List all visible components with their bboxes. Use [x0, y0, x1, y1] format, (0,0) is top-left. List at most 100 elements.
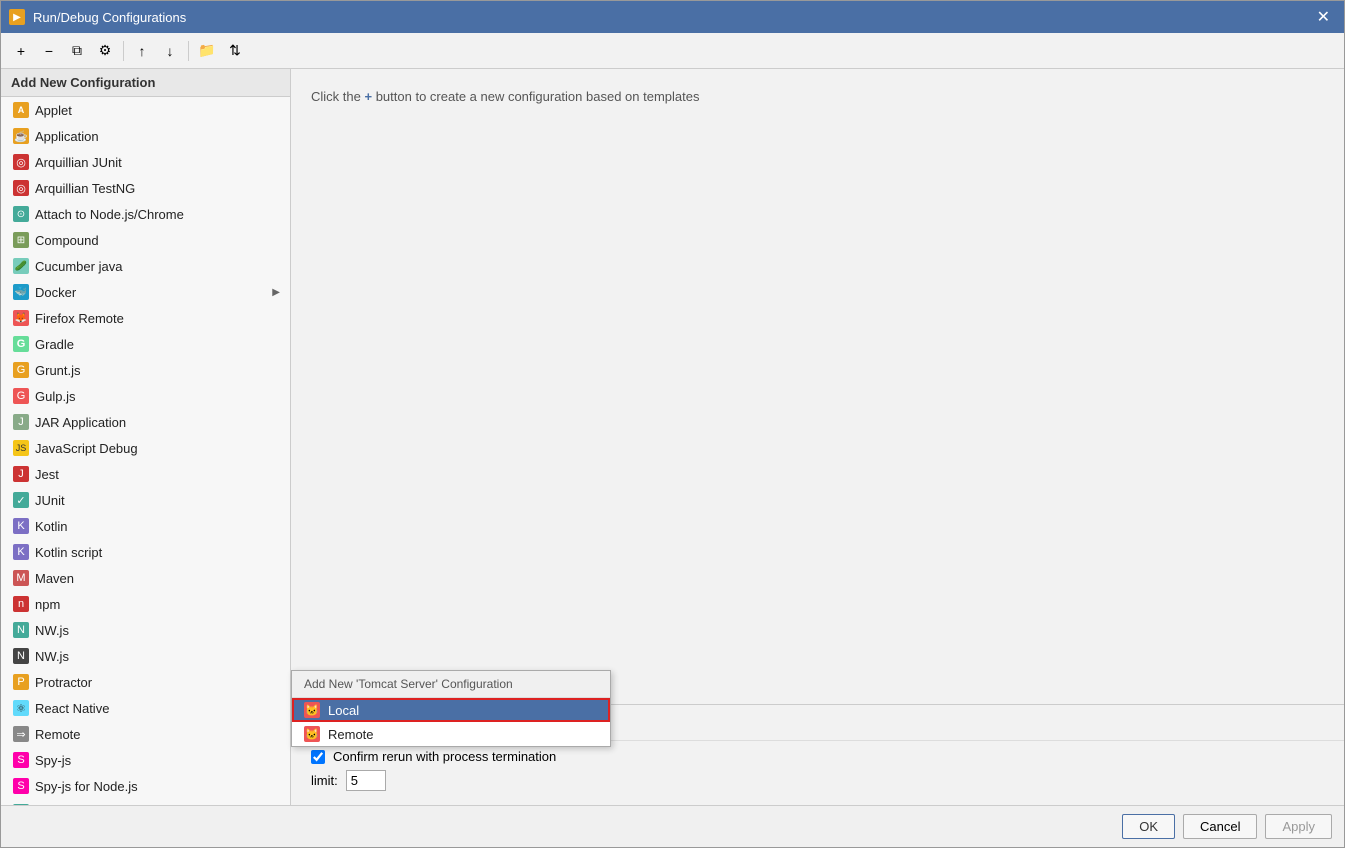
kotlin-script-label: Kotlin script — [35, 545, 102, 560]
sidebar-item-testng[interactable]: NTG TestNG — [1, 799, 290, 805]
sidebar-item-arquillian-junit[interactable]: ◎ Arquillian JUnit — [1, 149, 290, 175]
submenu-item-local[interactable]: 🐱 Local — [292, 698, 610, 722]
sidebar-item-gruntjs[interactable]: G Grunt.js — [1, 357, 290, 383]
sidebar-item-npm[interactable]: n npm — [1, 591, 290, 617]
sidebar-item-spyjs-node[interactable]: S Spy-js for Node.js — [1, 773, 290, 799]
arquillian-testng-icon: ◎ — [13, 180, 29, 196]
title-bar: ▶ Run/Debug Configurations ✕ — [1, 1, 1344, 33]
title-bar-left: ▶ Run/Debug Configurations — [9, 9, 186, 25]
sidebar-item-gradle[interactable]: G Gradle — [1, 331, 290, 357]
protractor-label: Protractor — [35, 675, 92, 690]
hint-text: Click the + button to create a new confi… — [311, 89, 699, 104]
toolbar-separator-2 — [188, 41, 189, 61]
testng-label: TestNG — [35, 805, 78, 806]
limit-input[interactable] — [346, 770, 386, 791]
add-button[interactable]: + — [9, 39, 33, 63]
arquillian-testng-label: Arquillian TestNG — [35, 181, 135, 196]
cucumber-label: Cucumber java — [35, 259, 122, 274]
cancel-button[interactable]: Cancel — [1183, 814, 1257, 839]
sidebar-item-spyjs[interactable]: S Spy-js — [1, 747, 290, 773]
ok-button[interactable]: OK — [1122, 814, 1175, 839]
sidebar-item-nwjs2[interactable]: N NW.js — [1, 643, 290, 669]
move-down-button[interactable]: ↓ — [158, 39, 182, 63]
run-debug-dialog: ▶ Run/Debug Configurations ✕ + − ⧉ ⚙ ↑ ↓… — [0, 0, 1345, 848]
attach-node-icon: ⊙ — [13, 206, 29, 222]
submenu-local-icon: 🐱 — [304, 702, 320, 718]
sidebar-item-kotlin-script[interactable]: K Kotlin script — [1, 539, 290, 565]
remove-button[interactable]: − — [37, 39, 61, 63]
applet-label: Applet — [35, 103, 72, 118]
sidebar-item-react-native[interactable]: ⚛ React Native — [1, 695, 290, 721]
confirm-rerun-checkbox[interactable] — [311, 750, 325, 764]
jsdebug-label: JavaScript Debug — [35, 441, 138, 456]
testng-icon: NTG — [13, 804, 29, 805]
close-button[interactable]: ✕ — [1311, 5, 1336, 29]
sidebar-item-maven[interactable]: M Maven — [1, 565, 290, 591]
jest-label: Jest — [35, 467, 59, 482]
main-content: Add New Configuration A Applet ☕ Applica… — [1, 69, 1344, 805]
sidebar-item-applet[interactable]: A Applet — [1, 97, 290, 123]
sidebar-item-jar[interactable]: J JAR Application — [1, 409, 290, 435]
sidebar-item-remote[interactable]: ⇒ Remote — [1, 721, 290, 747]
sidebar-item-application[interactable]: ☕ Application — [1, 123, 290, 149]
maven-label: Maven — [35, 571, 74, 586]
apply-button[interactable]: Apply — [1265, 814, 1332, 839]
sidebar-item-arquillian-testng[interactable]: ◎ Arquillian TestNG — [1, 175, 290, 201]
spyjs-icon: S — [13, 752, 29, 768]
maven-icon: M — [13, 570, 29, 586]
move-up-button[interactable]: ↑ — [130, 39, 154, 63]
sort-button[interactable]: ⇅ — [223, 39, 247, 63]
hint-area: Click the + button to create a new confi… — [291, 69, 1344, 402]
npm-icon: n — [13, 596, 29, 612]
sidebar-item-docker[interactable]: 🐳 Docker ▶ — [1, 279, 290, 305]
jest-icon: J — [13, 466, 29, 482]
jsdebug-icon: JS — [13, 440, 29, 456]
gradle-icon: G — [13, 336, 29, 352]
sidebar-item-compound[interactable]: ⊞ Compound — [1, 227, 290, 253]
remote-label: Remote — [35, 727, 81, 742]
sidebar-item-kotlin[interactable]: K Kotlin — [1, 513, 290, 539]
sidebar-item-jsdebug[interactable]: JS JavaScript Debug — [1, 435, 290, 461]
sidebar-item-nwjs[interactable]: N NW.js — [1, 617, 290, 643]
protractor-icon: P — [13, 674, 29, 690]
firefox-icon: 🦊 — [13, 310, 29, 326]
copy-button[interactable]: ⧉ — [65, 39, 89, 63]
compound-label: Compound — [35, 233, 99, 248]
limit-row: limit: — [311, 770, 1324, 791]
toolbar-separator — [123, 41, 124, 61]
sidebar-item-junit[interactable]: ✓ JUnit — [1, 487, 290, 513]
sidebar-item-firefox[interactable]: 🦊 Firefox Remote — [1, 305, 290, 331]
folder-button[interactable]: 📁 — [195, 39, 219, 63]
submenu-remote-label: Remote — [328, 727, 374, 742]
limit-label: limit: — [311, 773, 338, 788]
sidebar-item-jest[interactable]: J Jest — [1, 461, 290, 487]
remote-icon: ⇒ — [13, 726, 29, 742]
confirm-rerun-label: Confirm rerun with process termination — [333, 749, 556, 764]
sidebar-item-gulpjs[interactable]: G Gulp.js — [1, 383, 290, 409]
submenu-header: Add New 'Tomcat Server' Configuration — [292, 671, 610, 698]
nwjs2-icon: N — [13, 648, 29, 664]
nwjs-icon: N — [13, 622, 29, 638]
sidebar-item-protractor[interactable]: P Protractor — [1, 669, 290, 695]
attach-node-label: Attach to Node.js/Chrome — [35, 207, 184, 222]
submenu-item-remote[interactable]: 🐱 Remote — [292, 722, 610, 746]
compound-icon: ⊞ — [13, 232, 29, 248]
kotlin-icon: K — [13, 518, 29, 534]
gruntjs-icon: G — [13, 362, 29, 378]
cucumber-icon: 🥒 — [13, 258, 29, 274]
docker-icon: 🐳 — [13, 284, 29, 300]
gruntjs-label: Grunt.js — [35, 363, 81, 378]
sidebar-item-cucumber[interactable]: 🥒 Cucumber java — [1, 253, 290, 279]
hint-plus: + — [364, 89, 372, 104]
docker-label: Docker — [35, 285, 76, 300]
submenu-local-label: Local — [328, 703, 359, 718]
toolbar: + − ⧉ ⚙ ↑ ↓ 📁 ⇅ — [1, 33, 1344, 69]
react-native-icon: ⚛ — [13, 700, 29, 716]
kotlin-script-icon: K — [13, 544, 29, 560]
kotlin-label: Kotlin — [35, 519, 68, 534]
sidebar-item-attach-node[interactable]: ⊙ Attach to Node.js/Chrome — [1, 201, 290, 227]
nwjs2-label: NW.js — [35, 649, 69, 664]
wrench-button[interactable]: ⚙ — [93, 39, 117, 63]
nwjs-label: NW.js — [35, 623, 69, 638]
react-native-label: React Native — [35, 701, 109, 716]
